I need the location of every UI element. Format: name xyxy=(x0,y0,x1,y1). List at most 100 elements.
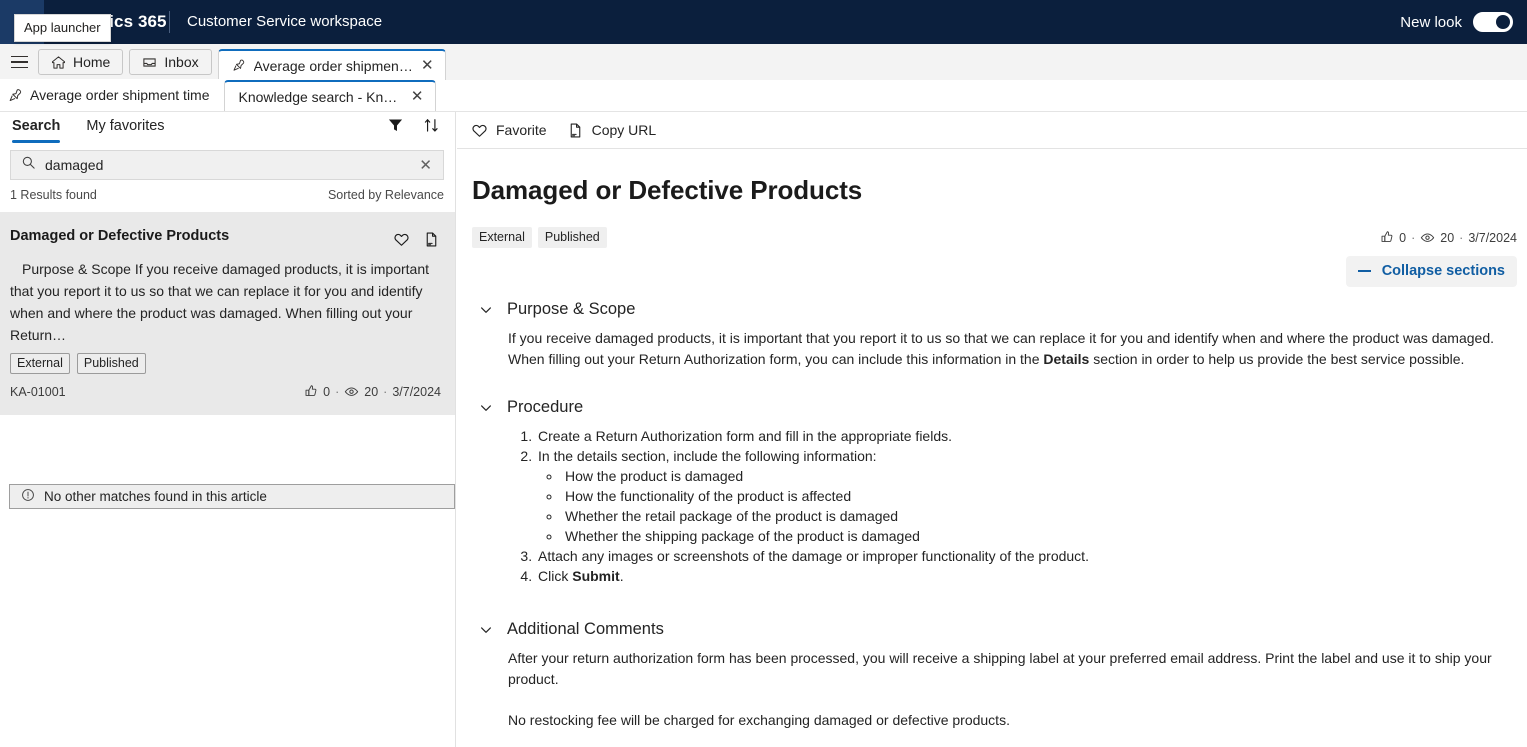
list-item: Create a Return Authorization form and f… xyxy=(536,426,1505,446)
section-header-purpose-scope[interactable]: Purpose & Scope xyxy=(479,300,1505,319)
session-tab-label: Average order shipment time xyxy=(30,87,210,103)
procedure-steps-list: Create a Return Authorization form and f… xyxy=(536,426,1505,586)
knowledge-search-panel: Search My favorites ✕ 1 Results found xyxy=(0,112,456,747)
list-item: How the functionality of the product is … xyxy=(562,486,1505,506)
result-title[interactable]: Damaged or Defective Products xyxy=(10,228,229,244)
separator-dot: · xyxy=(335,384,340,399)
no-other-matches-notice: No other matches found in this article xyxy=(9,484,455,509)
result-badges: External Published xyxy=(10,353,441,374)
clear-search-icon[interactable]: ✕ xyxy=(419,156,432,174)
inbox-button[interactable]: Inbox xyxy=(129,49,212,75)
section-title: Purpose & Scope xyxy=(507,300,636,318)
paragraph-text: After your return authorization form has… xyxy=(508,650,1492,687)
badge-external: External xyxy=(472,227,532,248)
bold-details: Details xyxy=(1043,351,1090,367)
badge-published: Published xyxy=(537,227,607,248)
session-tab-close-icon[interactable]: ✕ xyxy=(411,89,424,104)
list-item: Whether the retail package of the produc… xyxy=(562,506,1505,526)
pin-icon xyxy=(9,88,22,101)
tab-search[interactable]: Search xyxy=(12,118,61,143)
session-tab-strip: Average order shipment time Knowledge se… xyxy=(0,79,1527,112)
copy-url-icon xyxy=(567,122,584,139)
result-article-number: KA-01001 xyxy=(10,384,66,399)
collapse-sections-label: Collapse sections xyxy=(1381,263,1505,279)
views-count: 20 xyxy=(364,384,379,399)
tab-close-icon[interactable]: ✕ xyxy=(421,58,434,73)
list-item-tail: . xyxy=(619,568,624,584)
list-item: Click Submit. xyxy=(536,566,1505,586)
info-icon xyxy=(21,488,35,505)
brand-divider xyxy=(169,11,170,33)
minus-icon xyxy=(1357,270,1371,272)
tab-average-order-shipment-time[interactable]: Average order shipment ti... ✕ xyxy=(217,49,446,80)
search-input[interactable] xyxy=(45,157,420,173)
chevron-down-icon xyxy=(481,626,491,633)
result-footer: KA-01001 0 · 20 · 3/7/2024 xyxy=(10,384,441,399)
like-icon xyxy=(304,384,318,399)
like-count: 0 xyxy=(1399,230,1407,245)
session-tab-knowledge-search[interactable]: Knowledge search - Knowled... ✕ xyxy=(223,80,436,111)
pin-icon xyxy=(233,59,244,71)
new-look-label: New look xyxy=(1400,13,1462,31)
section-header-additional-comments[interactable]: Additional Comments xyxy=(479,620,1505,639)
collapse-sections-button[interactable]: Collapse sections xyxy=(1345,256,1517,287)
copy-url-label: Copy URL xyxy=(591,122,657,138)
article-title: Damaged or Defective Products xyxy=(472,175,863,205)
home-label: Home xyxy=(73,54,111,70)
badge-published: Published xyxy=(76,353,146,374)
search-input-container[interactable]: ✕ xyxy=(10,150,444,180)
home-button[interactable]: Home xyxy=(38,49,124,75)
filter-icon[interactable] xyxy=(385,114,405,136)
list-item-text: Click xyxy=(538,568,573,584)
results-meta-row: 1 Results found Sorted by Relevance xyxy=(10,188,444,202)
session-tab-label: Knowledge search - Knowled... xyxy=(238,88,401,105)
search-result-card[interactable]: Damaged or Defective Products Purpose & … xyxy=(0,220,455,399)
tab-my-favorites[interactable]: My favorites xyxy=(86,118,164,143)
section-body-purpose-scope: If you receive damaged products, it is i… xyxy=(508,328,1505,370)
session-tab-average-order-shipment-time[interactable]: Average order shipment time xyxy=(0,79,224,111)
result-snippet: Purpose & Scope If you receive damaged p… xyxy=(10,261,429,343)
views-icon xyxy=(1420,230,1435,245)
copy-url-icon[interactable] xyxy=(421,228,441,250)
home-icon xyxy=(51,55,66,69)
site-map-toggle-button[interactable] xyxy=(0,44,38,80)
article-body: Purpose & Scope If you receive damaged p… xyxy=(457,300,1527,731)
separator-dot: · xyxy=(1459,230,1464,245)
article-command-bar: Favorite Copy URL xyxy=(457,112,1527,149)
paragraph-text-tail: section in order to help us provide the … xyxy=(1089,351,1465,367)
workspace-title: Customer Service workspace xyxy=(187,13,383,30)
inbox-label: Inbox xyxy=(164,54,199,70)
no-matches-label: No other matches found in this article xyxy=(44,489,267,504)
favorite-heart-icon[interactable] xyxy=(391,228,411,250)
section-body-additional-comments: After your return authorization form has… xyxy=(508,648,1505,731)
separator-dot: · xyxy=(383,384,388,399)
list-item: Whether the shipping package of the prod… xyxy=(562,526,1505,546)
section-header-procedure[interactable]: Procedure xyxy=(479,398,1505,417)
search-icon xyxy=(21,155,36,175)
section-title: Procedure xyxy=(507,398,584,416)
like-icon xyxy=(1380,230,1394,245)
badge-external: External xyxy=(10,353,70,374)
new-look-toggle[interactable] xyxy=(1473,12,1513,32)
inbox-icon xyxy=(143,57,156,67)
top-header-bar: Dynamics 365 Customer Service workspace … xyxy=(0,0,1527,44)
copy-url-button[interactable]: Copy URL xyxy=(567,122,657,139)
result-date: 3/7/2024 xyxy=(392,384,441,399)
favorite-button[interactable]: Favorite xyxy=(471,122,547,139)
paragraph-text: No restocking fee will be charged for ex… xyxy=(508,712,1010,728)
sort-order-label: Sorted by Relevance xyxy=(327,188,444,202)
separator-dot: · xyxy=(1411,230,1416,245)
search-panel-tabs: Search My favorites xyxy=(0,112,455,148)
bold-submit: Submit xyxy=(572,568,620,584)
primary-tab-strip: Home Inbox Average order shipment ti... … xyxy=(0,44,1527,80)
sort-icon[interactable] xyxy=(421,114,441,136)
chevron-down-icon xyxy=(481,404,491,411)
heart-icon xyxy=(471,122,488,139)
new-look-control[interactable]: New look xyxy=(1400,0,1513,44)
section-title: Additional Comments xyxy=(507,620,664,638)
article-stats: 0 · 20 · 3/7/2024 xyxy=(1380,230,1517,245)
list-item: How the product is damaged xyxy=(562,466,1505,486)
list-item-text: In the details section, include the foll… xyxy=(538,448,877,464)
favorite-label: Favorite xyxy=(496,122,547,138)
procedure-substeps-list: How the product is damaged How the funct… xyxy=(562,466,1505,546)
